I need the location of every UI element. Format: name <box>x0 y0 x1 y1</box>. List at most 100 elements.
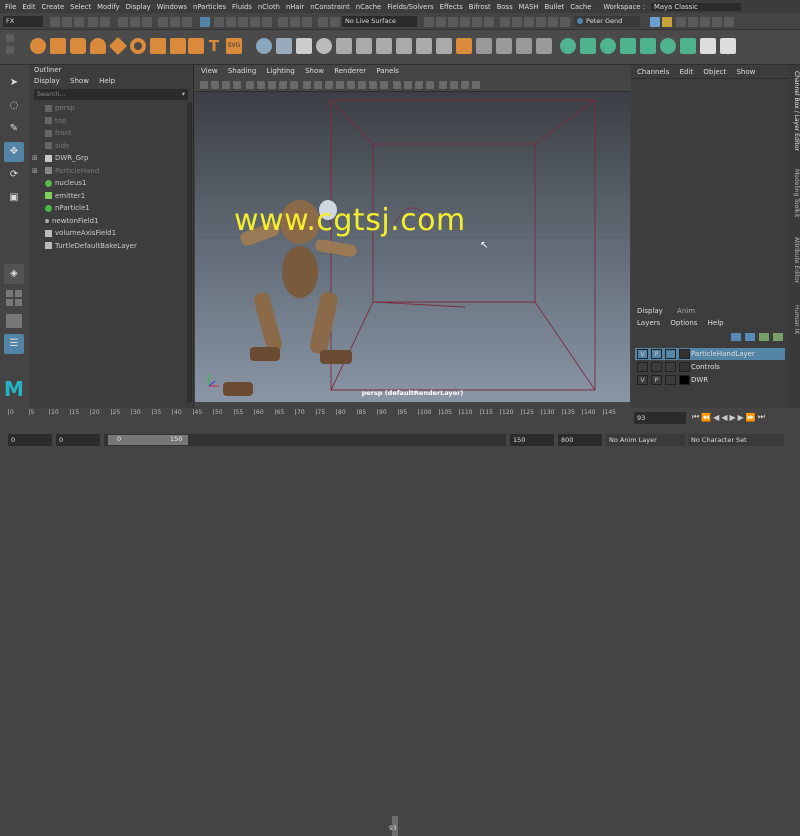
outliner-item-persp[interactable]: persp <box>45 102 193 115</box>
outliner-item-side[interactable]: side <box>45 140 193 153</box>
channel-box-icon[interactable] <box>560 17 570 27</box>
gamma-icon[interactable] <box>450 81 458 89</box>
layer-type-toggle[interactable] <box>665 362 676 372</box>
move-layer-up-icon[interactable] <box>731 333 741 341</box>
mask-icon[interactable] <box>158 17 168 27</box>
render-icon[interactable] <box>318 17 328 27</box>
undo-icon[interactable] <box>88 17 98 27</box>
animation-start-field[interactable]: 0 <box>8 434 52 446</box>
character-set-dropdown[interactable]: No Character Set <box>688 434 784 446</box>
menu-fluids[interactable]: Fluids <box>229 3 255 11</box>
wireframe-on-shaded-icon[interactable] <box>325 81 333 89</box>
menu-windows[interactable]: Windows <box>154 3 190 11</box>
tab-attribute-editor[interactable]: Attribute Editor <box>789 237 800 283</box>
text-tool-icon[interactable]: T <box>206 38 222 54</box>
smooth-brush-icon[interactable] <box>580 38 596 54</box>
viewport-scene[interactable] <box>195 92 630 402</box>
menu-fields-solvers[interactable]: Fields/Solvers <box>384 3 436 11</box>
poly-pipe-icon[interactable] <box>188 38 204 54</box>
spray-brush-icon[interactable] <box>700 38 716 54</box>
isolate-select-icon[interactable] <box>393 81 401 89</box>
layer-row-controls[interactable]: Controls <box>635 361 785 373</box>
menu-nhair[interactable]: nHair <box>283 3 307 11</box>
menu-nconstraint[interactable]: nConstraint <box>307 3 353 11</box>
view-transform-icon[interactable] <box>472 81 480 89</box>
outliner-item-nucleus1[interactable]: nucleus1 <box>45 177 193 190</box>
layer-menu-layers[interactable]: Layers <box>637 319 660 327</box>
grid-icon[interactable] <box>246 81 254 89</box>
outliner-item-turtle[interactable]: TurtleDefaultBakeLayer <box>45 240 193 253</box>
uv-editor-icon[interactable] <box>476 38 492 54</box>
layer-tab-display[interactable]: Display <box>637 307 663 315</box>
planar-map-icon[interactable] <box>496 38 512 54</box>
expand-icon[interactable]: ⊞ <box>32 152 38 165</box>
layer-color-swatch[interactable] <box>679 375 690 385</box>
sidebar-toggle-icon-3[interactable] <box>700 17 710 27</box>
io-icon[interactable] <box>290 17 300 27</box>
ipr-render-icon[interactable] <box>330 17 340 27</box>
hypershade-icon[interactable] <box>448 17 458 27</box>
tab-human-ik[interactable]: Human IK <box>789 305 800 334</box>
layer-type-toggle[interactable] <box>665 375 676 385</box>
menu-ncloth[interactable]: nCloth <box>255 3 283 11</box>
shelf-menu-icon[interactable] <box>6 46 14 54</box>
poly-sphere-icon[interactable] <box>30 38 46 54</box>
outliner-item-particlehand[interactable]: ⊞ ParticleHand <box>32 165 193 178</box>
select-hierarchy-icon[interactable] <box>118 17 128 27</box>
cb-menu-edit[interactable]: Edit <box>680 68 694 76</box>
outliner-search-input[interactable]: Search... ▾ <box>34 89 188 100</box>
new-layer-icon[interactable] <box>759 333 769 341</box>
combine-icon[interactable] <box>256 38 272 54</box>
outliner-item-top[interactable]: top <box>45 115 193 128</box>
select-object-icon[interactable] <box>130 17 140 27</box>
expand-icon[interactable]: ⊞ <box>32 165 38 178</box>
layer-visibility-toggle[interactable] <box>637 362 648 372</box>
construction-history-icon[interactable] <box>302 17 312 27</box>
menu-boss[interactable]: Boss <box>494 3 516 11</box>
separate-icon[interactable] <box>276 38 292 54</box>
render-view-icon[interactable] <box>424 17 434 27</box>
outliner-scrollbar[interactable] <box>187 103 192 403</box>
menu-effects[interactable]: Effects <box>437 3 466 11</box>
layer-visibility-toggle[interactable]: V <box>637 375 648 385</box>
repeat-brush-icon[interactable] <box>720 38 736 54</box>
history-icon[interactable] <box>278 17 288 27</box>
foamy-brush-icon[interactable] <box>680 38 696 54</box>
pinch-brush-icon[interactable] <box>640 38 656 54</box>
outliner-item-newtonfield1[interactable]: newtonField1 <box>45 215 193 228</box>
poly-pyramid-icon[interactable] <box>170 38 186 54</box>
new-layer-selected-icon[interactable] <box>773 333 783 341</box>
layer-row-dwr[interactable]: V P DWR <box>635 374 785 386</box>
humanik-icon[interactable] <box>524 17 534 27</box>
vp-menu-lighting[interactable]: Lighting <box>267 67 295 75</box>
snap-curve-icon[interactable] <box>226 17 236 27</box>
xray-icon[interactable] <box>404 81 412 89</box>
automatic-map-icon[interactable] <box>516 38 532 54</box>
menu-edit[interactable]: Edit <box>19 3 38 11</box>
smooth-icon[interactable] <box>296 38 312 54</box>
grab-brush-icon[interactable] <box>620 38 636 54</box>
menu-display[interactable]: Display <box>123 3 154 11</box>
use-lights-icon[interactable] <box>347 81 355 89</box>
layer-menu-help[interactable]: Help <box>708 319 724 327</box>
poly-cylinder-icon[interactable] <box>70 38 86 54</box>
step-back-key-icon[interactable]: ⏪ <box>701 413 711 422</box>
flatten-brush-icon[interactable] <box>660 38 676 54</box>
bookmark-icon[interactable] <box>222 81 230 89</box>
workspace-dropdown[interactable]: Maya Classic <box>650 2 741 11</box>
layer-playback-toggle[interactable] <box>651 362 662 372</box>
sidebar-toggle-icon-4[interactable] <box>712 17 722 27</box>
outliner-item-dwr-grp[interactable]: ⊞ DWR_Grp <box>32 152 193 165</box>
menu-bullet[interactable]: Bullet <box>542 3 568 11</box>
menu-ncache[interactable]: nCache <box>353 3 384 11</box>
layer-tab-anim[interactable]: Anim <box>677 307 695 315</box>
poly-cone-icon[interactable] <box>90 38 106 54</box>
field-chart-icon[interactable] <box>290 81 298 89</box>
ambient-occlusion-icon[interactable] <box>369 81 377 89</box>
outliner-item-front[interactable]: front <box>45 127 193 140</box>
sculpt-icon[interactable] <box>560 38 576 54</box>
xray-joints-icon[interactable] <box>415 81 423 89</box>
search-dropdown-icon[interactable]: ▾ <box>182 89 185 100</box>
textured-icon[interactable] <box>336 81 344 89</box>
select-arrow-icon[interactable]: ➤ <box>4 73 24 93</box>
